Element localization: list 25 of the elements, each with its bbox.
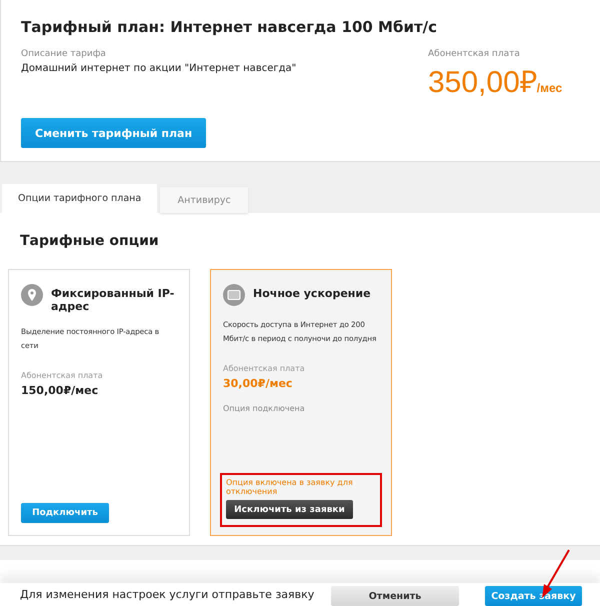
action-message: Для изменения настроек услуги отправьте заявку xyxy=(20,588,316,601)
change-plan-button[interactable]: Сменить тарифный план xyxy=(21,118,206,148)
tab[interactable]: Антивирус xyxy=(160,187,248,213)
cancel-button[interactable]: Отменить xyxy=(331,586,459,606)
location-pin-icon xyxy=(21,284,43,306)
plan-price: 350,00₽ xyxy=(428,65,537,101)
option-price: 30,00₽/мес xyxy=(223,377,294,390)
connect-button[interactable]: Подключить xyxy=(21,503,109,523)
plan-description: Домашний интернет по акции "Интернет навсегда" xyxy=(21,63,296,74)
fee-label: Абонентская плата xyxy=(428,49,521,59)
section-title: Тарифные опции xyxy=(20,233,160,249)
option-price: 150,00₽/мес xyxy=(21,384,100,397)
fee-label: Абонентская плата xyxy=(223,364,306,373)
option-title: Ночное ускорение xyxy=(253,287,371,300)
fee-label: Абонентская плата xyxy=(21,371,104,380)
submit-button[interactable]: Создать заявку xyxy=(485,586,582,606)
price-unit: /мес xyxy=(536,81,562,95)
option-status: Опция подключена xyxy=(223,404,306,413)
pending-note: Опция включена в заявку для отключения xyxy=(226,478,354,496)
tab[interactable]: Опции тарифного плана xyxy=(2,184,158,213)
description-label: Описание тарифа xyxy=(21,49,107,59)
monitor-icon xyxy=(223,284,245,306)
plan-title: Тарифный план: Интернет навсегда 100 Мбит/с xyxy=(21,18,438,36)
option-title: Фиксированный IP-адрес xyxy=(51,287,176,313)
exclude-button[interactable]: Исключить из заявки xyxy=(226,500,353,519)
